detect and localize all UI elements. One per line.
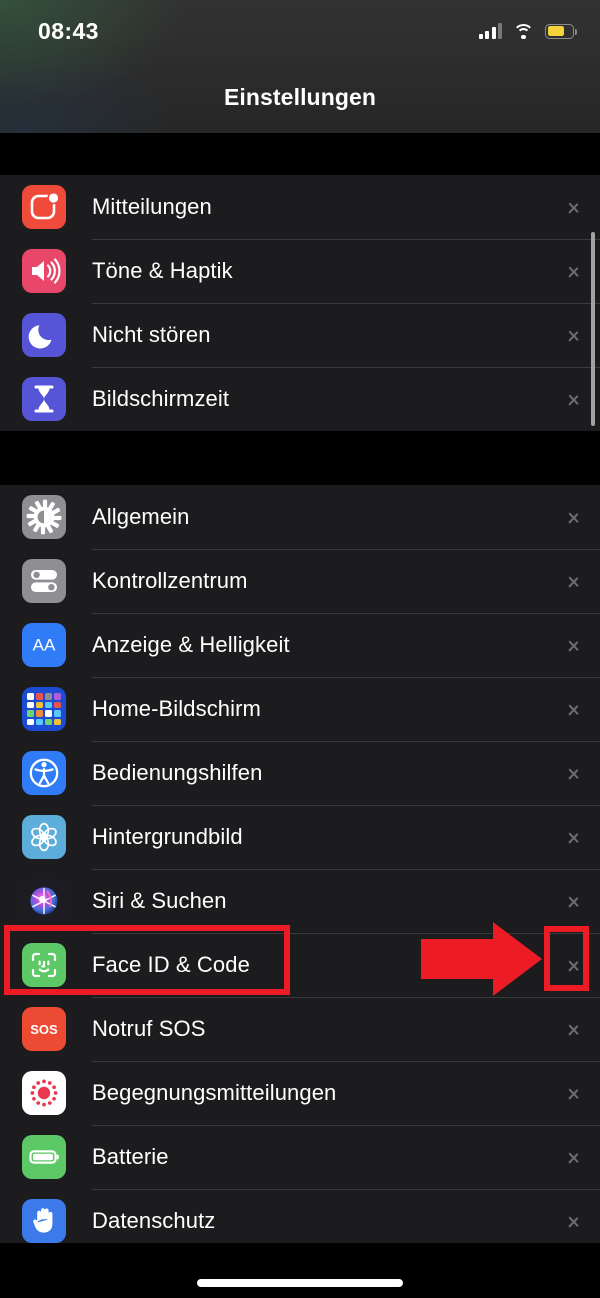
gear-icon xyxy=(22,495,66,539)
red-arrow-pointing-right xyxy=(421,922,542,996)
cellular-signal-icon xyxy=(478,23,502,39)
battery-cap xyxy=(574,28,577,35)
settings-row-label: Batterie xyxy=(92,1144,169,1169)
control-center-icon xyxy=(22,559,66,603)
wifi-icon xyxy=(513,23,534,40)
settings-row-label: Mitteilungen xyxy=(92,194,212,219)
settings-row-label: Siri & Suchen xyxy=(92,888,227,913)
section-gap-middle xyxy=(0,431,600,485)
chevron-right-icon[interactable] xyxy=(567,1146,580,1168)
display-brightness-icon: AA xyxy=(22,623,66,667)
settings-row-mitteilungen[interactable]: Mitteilungen xyxy=(0,175,600,239)
settings-row-allgemein[interactable]: Allgemein xyxy=(0,485,600,549)
settings-row-kontrollzentrum[interactable]: Kontrollzentrum xyxy=(0,549,600,613)
settings-row-label: Notruf SOS xyxy=(92,1016,206,1041)
accessibility-icon xyxy=(22,751,66,795)
chevron-right-icon[interactable] xyxy=(567,388,580,410)
face-id-icon xyxy=(22,943,66,987)
status-bar-indicators xyxy=(478,23,577,40)
settings-row-batterie[interactable]: Batterie xyxy=(0,1125,600,1189)
svg-text:SOS: SOS xyxy=(30,1022,58,1037)
chevron-right-icon[interactable] xyxy=(567,1210,580,1232)
chevron-right-icon[interactable] xyxy=(567,634,580,656)
chevron-right-icon[interactable] xyxy=(567,762,580,784)
chevron-right-icon[interactable] xyxy=(567,954,580,976)
chevron-right-icon[interactable] xyxy=(567,570,580,592)
settings-row-begegnungsmitteilungen[interactable]: Begegnungsmitteilungen xyxy=(0,1061,600,1125)
settings-scroll-view[interactable]: Mitteilungen Töne & Haptik Nicht stören Bil… xyxy=(0,133,600,1253)
settings-row-label: Allgemein xyxy=(92,504,190,529)
section-gap-top xyxy=(0,133,600,175)
chevron-right-icon[interactable] xyxy=(567,324,580,346)
settings-group-system: Allgemein Kontrollzentrum AA Anzeige & Hell… xyxy=(0,485,600,1253)
do-not-disturb-icon xyxy=(22,313,66,357)
chevron-right-icon[interactable] xyxy=(567,1082,580,1104)
status-header: 08:43 Einstellungen xyxy=(0,0,600,133)
battery-settings-icon xyxy=(22,1135,66,1179)
chevron-right-icon[interactable] xyxy=(567,698,580,720)
settings-row-bedienungshilfen[interactable]: Bedienungshilfen xyxy=(0,741,600,805)
settings-row-notruf-sos[interactable]: SOS Notruf SOS xyxy=(0,997,600,1061)
home-screen-icon xyxy=(22,687,66,731)
settings-row-label: Datenschutz xyxy=(92,1208,216,1233)
settings-row-label: Kontrollzentrum xyxy=(92,568,248,593)
emergency-sos-icon: SOS xyxy=(22,1007,66,1051)
settings-row-label: Face ID & Code xyxy=(92,952,250,977)
home-screen-grid xyxy=(22,687,66,731)
home-indicator[interactable] xyxy=(197,1279,403,1287)
screen-time-icon xyxy=(22,377,66,421)
notifications-icon xyxy=(22,185,66,229)
battery-icon xyxy=(545,23,577,39)
vertical-scrollbar[interactable] xyxy=(591,232,595,426)
settings-row-bildschirmzeit[interactable]: Bildschirmzeit xyxy=(0,367,600,431)
privacy-icon xyxy=(22,1199,66,1243)
status-bar: 08:43 xyxy=(0,0,600,62)
siri-icon xyxy=(22,879,66,923)
exposure-notifications-icon xyxy=(22,1071,66,1115)
wallpaper-icon xyxy=(22,815,66,859)
svg-text:AA: AA xyxy=(33,636,56,655)
settings-row-label: Home-Bildschirm xyxy=(92,696,261,721)
chevron-right-icon[interactable] xyxy=(567,506,580,528)
bottom-bar xyxy=(0,1243,600,1298)
settings-row-label: Anzeige & Helligkeit xyxy=(92,632,290,657)
settings-row-label: Töne & Haptik xyxy=(92,258,233,283)
sounds-haptics-icon xyxy=(22,249,66,293)
chevron-right-icon[interactable] xyxy=(567,260,580,282)
settings-row-t-ne-haptik[interactable]: Töne & Haptik xyxy=(0,239,600,303)
settings-row-label: Nicht stören xyxy=(92,322,211,347)
settings-row-anzeige-helligkeit[interactable]: AA Anzeige & Helligkeit xyxy=(0,613,600,677)
settings-row-label: Bedienungshilfen xyxy=(92,760,263,785)
settings-row-nicht-st-ren[interactable]: Nicht stören xyxy=(0,303,600,367)
settings-group-notifications: Mitteilungen Töne & Haptik Nicht stören Bil… xyxy=(0,175,600,431)
page-title: Einstellungen xyxy=(223,84,377,110)
chevron-right-icon[interactable] xyxy=(567,1018,580,1040)
settings-row-home-bildschirm[interactable]: Home-Bildschirm xyxy=(0,677,600,741)
settings-row-label: Begegnungsmitteilungen xyxy=(92,1080,337,1105)
status-bar-clock: 08:43 xyxy=(38,17,99,44)
settings-row-label: Bildschirmzeit xyxy=(92,386,230,411)
chevron-right-icon[interactable] xyxy=(567,890,580,912)
settings-row-label: Hintergrundbild xyxy=(92,824,243,849)
chevron-right-icon[interactable] xyxy=(567,826,580,848)
battery-fill xyxy=(547,26,565,36)
settings-row-hintergrundbild[interactable]: Hintergrundbild xyxy=(0,805,600,869)
chevron-right-icon[interactable] xyxy=(567,196,580,218)
